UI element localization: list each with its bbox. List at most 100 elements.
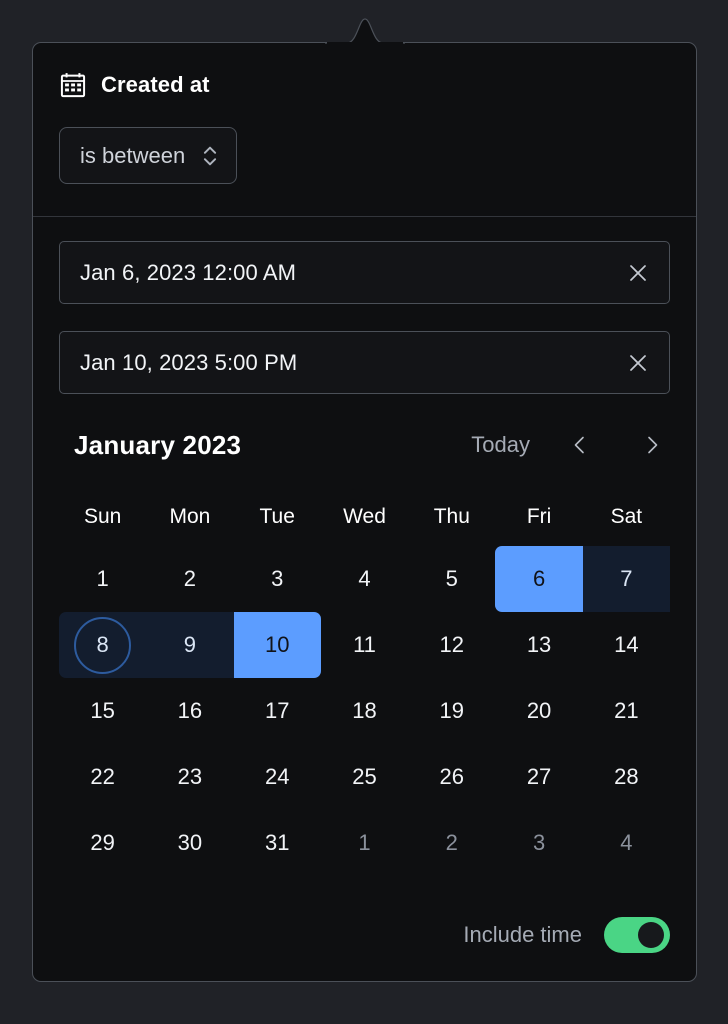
up-down-chevron-icon xyxy=(204,146,217,165)
calendar-icon xyxy=(60,73,86,98)
calendar-day-23[interactable]: 23 xyxy=(146,744,233,810)
chevron-right-icon xyxy=(648,436,658,454)
field-title-row: Created at xyxy=(59,69,670,101)
weekday-header-mon: Mon xyxy=(169,505,211,528)
end-date-clear-button[interactable] xyxy=(623,348,653,378)
calendar-day-8[interactable]: 8 xyxy=(59,612,147,678)
calendar-day-10[interactable]: 10 xyxy=(233,612,321,678)
end-date-input[interactable]: Jan 10, 2023 5:00 PM xyxy=(59,331,670,394)
calendar-day-17[interactable]: 17 xyxy=(234,678,321,744)
calendar-day-label: 16 xyxy=(177,698,203,723)
calendar-day-29[interactable]: 29 xyxy=(59,810,146,876)
calendar-day-9[interactable]: 9 xyxy=(146,612,234,678)
date-inputs: Jan 6, 2023 12:00 AM Jan 10, 2023 5:00 P… xyxy=(33,217,696,394)
calendar-day-21[interactable]: 21 xyxy=(583,678,670,744)
calendar-day-13[interactable]: 13 xyxy=(495,612,582,678)
calendar-day-20[interactable]: 20 xyxy=(495,678,582,744)
calendar-week-row: 1 2 3 4 5 6 7 xyxy=(59,546,670,612)
include-time-label: Include time xyxy=(463,922,582,947)
calendar-day-3[interactable]: 3 xyxy=(495,810,582,876)
calendar-day-label: 3 xyxy=(532,830,546,855)
calendar-day-3[interactable]: 3 xyxy=(234,546,321,612)
calendar-grid: 1 2 3 4 5 6 7 8 9 10 11 12 13 14 15 16 17 18 19 20 21 22 23 24 2… xyxy=(59,546,670,876)
calendar-day-label: 7 xyxy=(620,566,633,591)
calendar-day-label: 2 xyxy=(445,830,458,855)
calendar-day-30[interactable]: 30 xyxy=(146,810,233,876)
calendar-day-label: 20 xyxy=(526,698,552,723)
weekday-header-sat: Sat xyxy=(610,505,643,528)
calendar-day-label: 30 xyxy=(177,830,203,855)
popover-caret xyxy=(324,18,405,48)
calendar-day-11[interactable]: 11 xyxy=(321,612,408,678)
calendar-day-label: 19 xyxy=(439,698,465,723)
calendar: January 2023 Today Sun Mon Tue Wed Thu Fri Sat… xyxy=(33,394,696,876)
calendar-week-row: 22 23 24 25 26 27 28 xyxy=(59,744,670,810)
calendar-day-label: 2 xyxy=(183,566,197,591)
calendar-day-2[interactable]: 2 xyxy=(146,546,233,612)
calendar-day-label: 6 xyxy=(532,566,546,591)
calendar-day-label: 3 xyxy=(271,566,284,591)
calendar-day-label: 1 xyxy=(96,566,109,591)
calendar-day-1[interactable]: 1 xyxy=(321,810,408,876)
today-button[interactable]: Today xyxy=(471,432,530,458)
weekday-header-thu: Thu xyxy=(433,505,470,528)
calendar-day-1[interactable]: 1 xyxy=(59,546,146,612)
calendar-day-label: 4 xyxy=(358,566,371,591)
weekday-header-sun: Sun xyxy=(83,505,122,528)
chevron-left-icon xyxy=(574,436,584,454)
calendar-day-27[interactable]: 27 xyxy=(495,744,582,810)
calendar-day-label: 14 xyxy=(614,632,639,657)
close-icon xyxy=(630,264,646,281)
weekday-header-row: Sun Mon Tue Wed Thu Fri Sat xyxy=(59,500,670,534)
operator-select-value: is between xyxy=(80,142,186,168)
calendar-day-2[interactable]: 2 xyxy=(408,810,495,876)
start-date-input[interactable]: Jan 6, 2023 12:00 AM xyxy=(59,241,670,304)
next-month-button[interactable] xyxy=(634,427,670,463)
calendar-day-label: 10 xyxy=(264,632,290,657)
calendar-day-7[interactable]: 7 xyxy=(582,546,670,612)
calendar-day-label: 4 xyxy=(620,830,633,855)
calendar-day-6[interactable]: 6 xyxy=(495,546,583,612)
calendar-day-label: 25 xyxy=(352,764,377,789)
calendar-day-28[interactable]: 28 xyxy=(583,744,670,810)
calendar-day-label: 21 xyxy=(614,698,639,723)
calendar-day-31[interactable]: 31 xyxy=(234,810,321,876)
page-title: Created at xyxy=(101,72,210,97)
calendar-day-label: 12 xyxy=(439,632,465,657)
calendar-day-label: 31 xyxy=(264,830,290,855)
calendar-day-label: 17 xyxy=(264,698,290,723)
calendar-day-label: 22 xyxy=(90,764,115,789)
start-date-clear-button[interactable] xyxy=(623,258,653,288)
calendar-week-row: 15 16 17 18 19 20 21 xyxy=(59,678,670,744)
popover-header: Created at is between xyxy=(33,43,696,217)
calendar-day-label: 1 xyxy=(358,830,371,855)
operator-select[interactable]: is between xyxy=(59,127,238,184)
calendar-day-5[interactable]: 5 xyxy=(408,546,495,612)
calendar-day-label: 13 xyxy=(526,632,552,657)
calendar-day-14[interactable]: 14 xyxy=(583,612,670,678)
calendar-day-18[interactable]: 18 xyxy=(321,678,408,744)
calendar-day-label: 5 xyxy=(445,566,458,591)
calendar-day-label: 28 xyxy=(614,764,639,789)
start-date-value: Jan 6, 2023 12:00 AM xyxy=(80,259,297,285)
previous-month-button[interactable] xyxy=(562,427,598,463)
calendar-day-15[interactable]: 15 xyxy=(59,678,146,744)
calendar-day-12[interactable]: 12 xyxy=(408,612,495,678)
calendar-day-4[interactable]: 4 xyxy=(583,810,670,876)
calendar-day-4[interactable]: 4 xyxy=(321,546,408,612)
calendar-day-25[interactable]: 25 xyxy=(321,744,408,810)
popover-footer: Include time xyxy=(33,889,696,981)
calendar-day-16[interactable]: 16 xyxy=(146,678,233,744)
calendar-day-24[interactable]: 24 xyxy=(234,744,321,810)
calendar-day-22[interactable]: 22 xyxy=(59,744,146,810)
calendar-day-label: 27 xyxy=(526,764,552,789)
calendar-day-19[interactable]: 19 xyxy=(408,678,495,744)
weekday-header-fri: Fri xyxy=(526,505,552,528)
include-time-toggle[interactable] xyxy=(604,917,670,953)
calendar-day-26[interactable]: 26 xyxy=(408,744,495,810)
calendar-day-label: 15 xyxy=(90,698,115,723)
calendar-day-label: 24 xyxy=(264,764,290,789)
calendar-day-label: 23 xyxy=(177,764,203,789)
date-filter-popover: Created at is between Jan 6, 2023 12:00 … xyxy=(32,18,697,982)
calendar-week-row: 29 30 31 1 2 3 4 xyxy=(59,810,670,876)
